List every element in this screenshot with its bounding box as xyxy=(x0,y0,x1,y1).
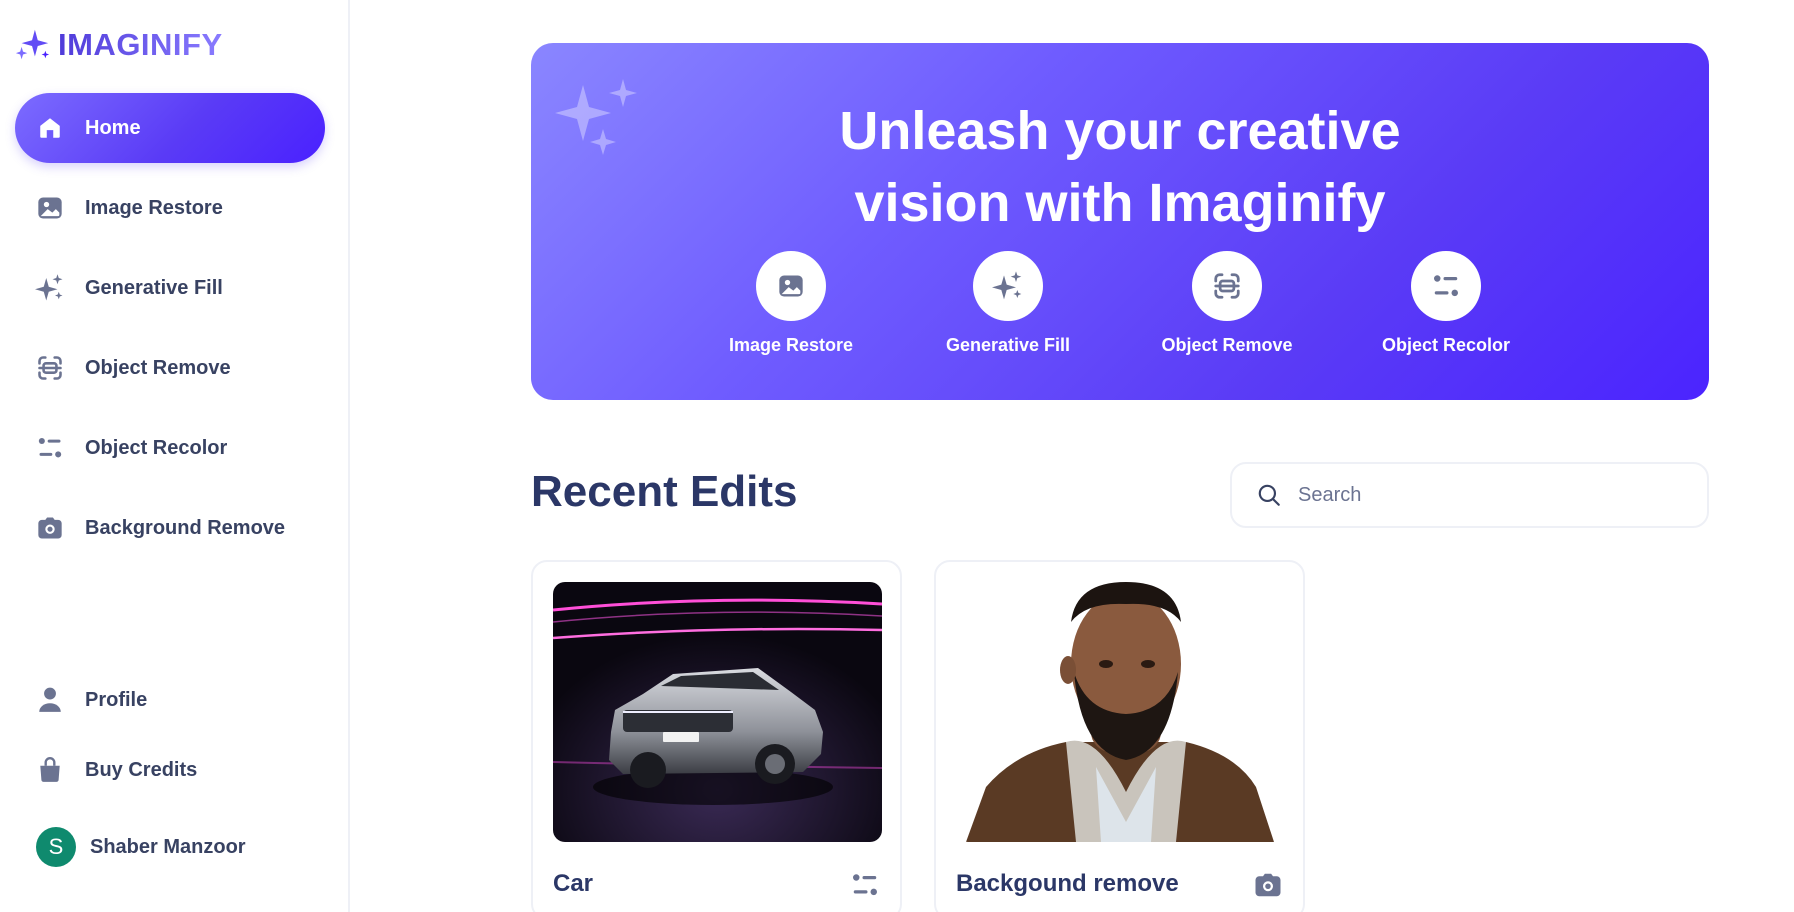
feature-generative-fill[interactable]: Generative Fill xyxy=(908,251,1108,356)
card-title: Backgound remove xyxy=(956,870,1179,897)
user-name: Shaber Manzoor xyxy=(90,835,246,858)
recent-edit-card-background-remove[interactable]: Backgound remove xyxy=(934,560,1305,912)
search-box[interactable] xyxy=(1230,462,1709,528)
sparkles-icon xyxy=(35,273,65,303)
profile-icon xyxy=(35,685,65,715)
sidebar-item-label: Generative Fill xyxy=(85,276,223,299)
feature-circle[interactable] xyxy=(756,251,826,321)
feature-circle[interactable] xyxy=(973,251,1043,321)
feature-label: Image Restore xyxy=(728,335,854,355)
user-profile[interactable]: S Shaber Manzoor xyxy=(36,827,246,867)
avatar[interactable]: S xyxy=(36,827,76,867)
filter-icon xyxy=(853,874,877,896)
sidebar-item-label: Image Restore xyxy=(85,196,223,219)
sidebar-item-label: Home xyxy=(85,116,141,139)
hero-title: Unleash your creative vision with Imagin… xyxy=(531,95,1709,239)
brand-logo[interactable]: IMAGINIFY xyxy=(14,26,223,64)
sparkles-icon xyxy=(992,271,1022,300)
car-photo[interactable] xyxy=(553,582,882,842)
sidebar-item-label: Background Remove xyxy=(85,516,286,539)
sidebar-item-object-recolor[interactable]: Object Recolor xyxy=(15,413,325,483)
feature-label: Generative Fill xyxy=(945,335,1071,355)
card-title: Car xyxy=(553,870,594,897)
filter-icon xyxy=(35,433,65,463)
sidebar-item-label: Buy Credits xyxy=(85,758,198,781)
feature-image-restore[interactable]: Image Restore xyxy=(691,251,891,356)
logo-sparkle-icon xyxy=(15,29,50,60)
feature-object-remove[interactable]: Object Remove xyxy=(1127,251,1327,356)
portrait-photo[interactable] xyxy=(956,582,1285,842)
hero-title-line-1: Unleash your creative xyxy=(839,101,1401,161)
camera-icon xyxy=(1255,873,1281,897)
image-icon xyxy=(779,275,803,297)
sidebar-item-object-remove[interactable]: Object Remove xyxy=(15,333,325,403)
sidebar-item-image-restore[interactable]: Image Restore xyxy=(15,173,325,243)
sidebar-item-label: Profile xyxy=(85,688,148,711)
hero-banner: Unleash your creative vision with Imagin… xyxy=(531,43,1709,400)
search-icon xyxy=(1258,484,1280,506)
sidebar-item-buy-credits[interactable]: Buy Credits xyxy=(15,735,325,805)
feature-circle[interactable] xyxy=(1411,251,1481,321)
sidebar-item-background-remove[interactable]: Background Remove xyxy=(15,493,325,563)
sidebar-item-generative-fill[interactable]: Generative Fill xyxy=(15,253,325,323)
search-input[interactable] xyxy=(1298,483,1678,507)
filter-icon xyxy=(1434,275,1458,297)
feature-label: Object Remove xyxy=(1161,335,1293,355)
feature-label: Object Recolor xyxy=(1381,335,1511,355)
brand-name: IMAGINIFY xyxy=(58,27,223,62)
feature-object-recolor[interactable]: Object Recolor xyxy=(1346,251,1546,356)
scan-icon xyxy=(35,353,65,383)
feature-circle[interactable] xyxy=(1192,251,1262,321)
sidebar-item-label: Object Remove xyxy=(85,356,231,379)
scan-icon xyxy=(1214,273,1240,299)
hero-title-line-2: vision with Imaginify xyxy=(854,173,1386,233)
sidebar-item-profile[interactable]: Profile xyxy=(15,665,325,735)
bag-icon xyxy=(35,755,65,785)
recent-edit-card-car[interactable]: Car xyxy=(531,560,902,912)
sidebar-item-label: Object Recolor xyxy=(85,436,228,459)
camera-icon xyxy=(35,513,65,543)
sidebar: IMAGINIFY Home Image Restore Generative … xyxy=(0,0,350,912)
image-icon xyxy=(35,193,65,223)
recent-edits-title: Recent Edits xyxy=(531,467,798,516)
home-icon xyxy=(35,113,65,143)
sidebar-item-home[interactable]: Home xyxy=(15,93,325,163)
